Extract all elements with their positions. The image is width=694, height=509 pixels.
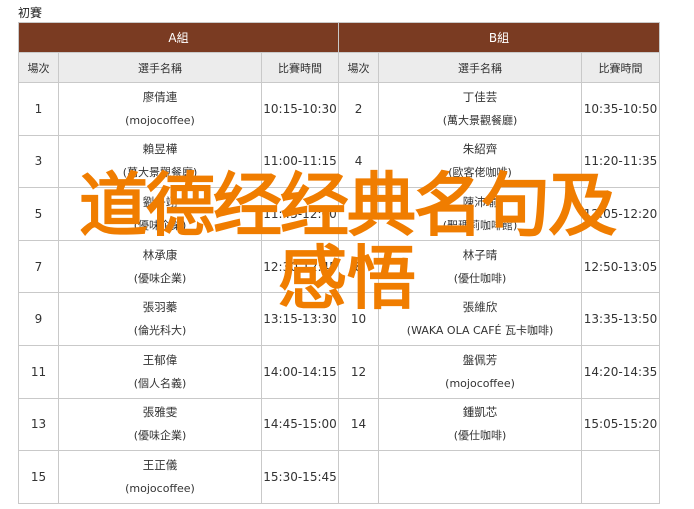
player-name: 張維欣 [462, 300, 498, 315]
player-cell: 林子晴 (優仕咖啡) [378, 239, 583, 294]
player-name: 林承康 [142, 247, 178, 262]
match-number: 5 [18, 187, 59, 241]
match-time: 12:05-12:20 [581, 187, 661, 241]
table-row: 15 王正儀 (mojocoffee) 15:30-15:45 [18, 450, 661, 504]
player-cell [378, 450, 583, 504]
player-team: (萬大景觀餐廳) [122, 166, 198, 180]
player-name: 鍾凱芯 [462, 405, 498, 420]
match-time: 10:15-10:30 [260, 82, 340, 136]
table-row: 5 劉子翊 (優味企業) 11:45-12:00 6 陳沛瑜 (聖瑪莉咖啡館) 12:05-1… [18, 187, 661, 241]
player-team: (mojocoffee) [125, 113, 195, 127]
player-name: 王正儀 [142, 457, 178, 472]
match-time: 11:20-11:35 [581, 134, 661, 189]
match-time: 15:05-15:20 [581, 397, 661, 452]
player-team: (優味企業) [133, 218, 187, 232]
time-column-header: 比賽時間 [260, 52, 340, 83]
player-team: (倫光科大) [133, 324, 187, 338]
match-number: 2 [338, 82, 380, 136]
match-time: 14:00-14:15 [260, 344, 340, 399]
player-cell: 盤佩芳 (mojocoffee) [378, 344, 583, 399]
player-name: 張羽蓁 [142, 300, 178, 315]
match-number: 3 [18, 134, 59, 189]
table-row: 9 張羽蓁 (倫光科大) 13:15-13:30 10 張維欣 (WAKA OLA CAFÉ… [18, 292, 661, 346]
player-cell: 陳沛瑜 (聖瑪莉咖啡館) [378, 187, 583, 241]
player-team: (mojocoffee) [125, 481, 195, 495]
match-number: 10 [338, 292, 380, 346]
match-time: 14:20-14:35 [581, 344, 661, 399]
player-team: (mojocoffee) [445, 376, 515, 390]
player-team: (個人名義) [133, 376, 187, 390]
group-a-header: A組 [17, 22, 340, 53]
match-number: 15 [18, 450, 59, 504]
match-time: 11:45-12:00 [260, 187, 340, 241]
match-number: 9 [18, 292, 59, 346]
match-time: 10:35-10:50 [581, 82, 661, 136]
table-row: 3 賴昱樺 (萬大景觀餐廳) 11:00-11:15 4 朱紹齊 (歐客佬咖啡) 11:20-… [18, 134, 661, 189]
player-name: 林子晴 [462, 247, 498, 262]
section-title: 初賽 [18, 6, 43, 20]
player-team: (優味企業) [133, 271, 187, 285]
match-time: 14:45-15:00 [260, 397, 340, 452]
player-team: (歐客佬咖啡) [448, 166, 512, 180]
player-cell: 張維欣 (WAKA OLA CAFÉ 瓦卡咖啡) [378, 292, 583, 346]
table-row: 13 張雅雯 (優味企業) 14:45-15:00 14 鍾凱芯 (優仕咖啡) 15:05-1… [18, 397, 661, 452]
match-time: 12:50-13:05 [581, 239, 661, 294]
match-number: 13 [18, 397, 59, 452]
player-name: 劉子翊 [142, 194, 178, 209]
player-cell: 鍾凱芯 (優仕咖啡) [378, 397, 583, 452]
match-time: 15:30-15:45 [260, 450, 340, 504]
table-row: 11 王郁偉 (個人名義) 14:00-14:15 12 盤佩芳 (mojocoffee) 1… [18, 344, 661, 399]
player-team: (優仕咖啡) [453, 271, 507, 285]
schedule-table: A組 B組 場次 選手名稱 比賽時間 場次 選手名稱 比賽時間 1 廖倩連 (moj… [17, 22, 661, 504]
player-cell: 王郁偉 (個人名義) [58, 344, 262, 399]
column-header-row: 場次 選手名稱 比賽時間 場次 選手名稱 比賽時間 [18, 52, 661, 83]
player-team: (萬大景觀餐廳) [442, 113, 518, 127]
match-time: 13:15-13:30 [260, 292, 340, 346]
table-row: 1 廖倩連 (mojocoffee) 10:15-10:30 2 丁佳芸 (萬大景觀餐廳) 1… [18, 82, 661, 136]
match-number: 1 [18, 82, 59, 136]
player-name: 賴昱樺 [142, 142, 178, 157]
player-cell: 張雅雯 (優味企業) [58, 397, 262, 452]
player-column-header: 選手名稱 [378, 52, 583, 83]
player-cell: 賴昱樺 (萬大景觀餐廳) [58, 134, 262, 189]
player-cell: 王正儀 (mojocoffee) [58, 450, 262, 504]
player-name: 廖倩連 [142, 89, 178, 104]
player-cell: 林承康 (優味企業) [58, 239, 262, 294]
player-cell: 朱紹齊 (歐客佬咖啡) [378, 134, 583, 189]
player-cell: 丁佳芸 (萬大景觀餐廳) [378, 82, 583, 136]
match-time: 13:35-13:50 [581, 292, 661, 346]
player-cell: 張羽蓁 (倫光科大) [58, 292, 262, 346]
player-column-header: 選手名稱 [58, 52, 262, 83]
group-header-row: A組 B組 [17, 22, 661, 53]
match-number: 11 [18, 344, 59, 399]
player-team: (聖瑪莉咖啡館) [442, 218, 518, 232]
player-team: (優仕咖啡) [453, 429, 507, 443]
player-name: 盤佩芳 [462, 352, 498, 367]
match-time: 11:00-11:15 [260, 134, 340, 189]
player-name: 王郁偉 [142, 352, 178, 367]
player-team: (WAKA OLA CAFÉ 瓦卡咖啡) [406, 324, 554, 338]
match-number: 14 [338, 397, 380, 452]
match-number: 6 [338, 187, 380, 241]
match-number: 4 [338, 134, 380, 189]
player-cell: 廖倩連 (mojocoffee) [58, 82, 262, 136]
player-name: 丁佳芸 [462, 89, 498, 104]
match-number: 12 [338, 344, 380, 399]
player-cell: 劉子翊 (優味企業) [58, 187, 262, 241]
table-row: 7 林承康 (優味企業) 12:30-12:45 8 林子晴 (優仕咖啡) 12:50-13:… [18, 239, 661, 294]
player-team: (優味企業) [133, 429, 187, 443]
match-time: 12:30-12:45 [260, 239, 340, 294]
player-name: 朱紹齊 [462, 142, 498, 157]
order-column-header: 場次 [18, 52, 59, 83]
time-column-header: 比賽時間 [581, 52, 661, 83]
player-name: 陳沛瑜 [462, 194, 498, 209]
order-column-header: 場次 [338, 52, 380, 83]
match-number: 7 [18, 239, 59, 294]
group-b-header: B組 [338, 22, 661, 53]
match-number [338, 450, 380, 504]
match-time [581, 450, 661, 504]
match-number: 8 [338, 239, 380, 294]
player-name: 張雅雯 [142, 405, 178, 420]
